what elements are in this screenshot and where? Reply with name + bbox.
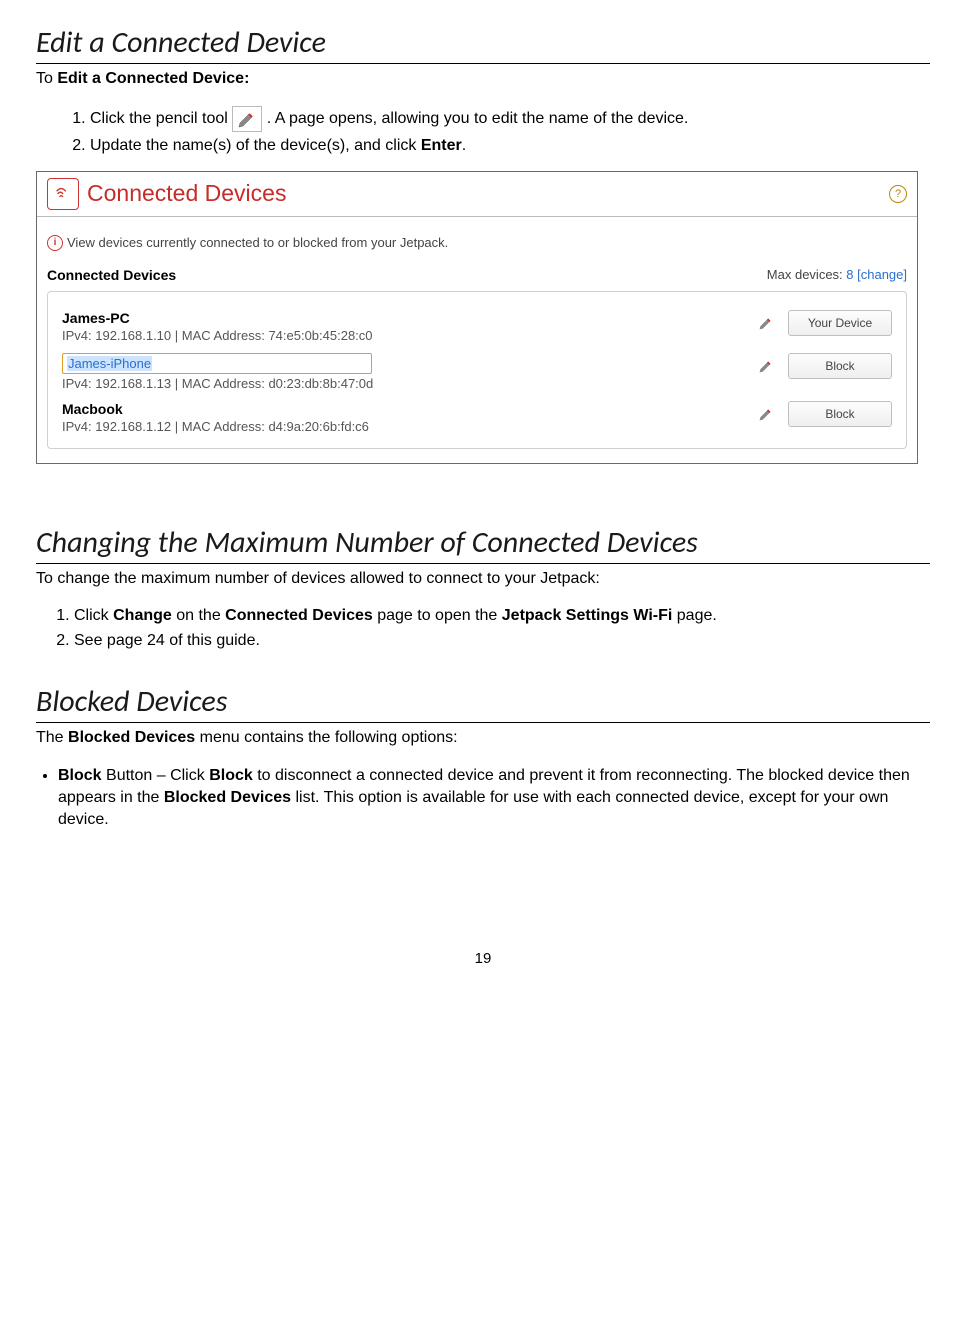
device-name: Macbook	[62, 401, 758, 417]
connected-devices-panel: Connected Devices ? i View devices curre…	[36, 171, 918, 464]
steps-edit-device: Click the pencil tool . A page opens, al…	[36, 106, 930, 157]
block-button[interactable]: Block	[788, 401, 892, 427]
pencil-icon	[232, 106, 262, 132]
heading-changing-max: Changing the Maximum Number of Connected…	[36, 524, 930, 564]
device-row-3: Macbook IPv4: 192.168.1.12 | MAC Address…	[62, 395, 892, 438]
device-detail: IPv4: 192.168.1.10 | MAC Address: 74:e5:…	[62, 328, 758, 343]
your-device-button: Your Device	[788, 310, 892, 336]
edit-icon[interactable]	[758, 358, 774, 374]
change-link[interactable]: [change]	[857, 267, 907, 282]
step-1: Click Change on the Connected Devices pa…	[74, 606, 930, 627]
subheader-label: Connected Devices	[47, 267, 176, 283]
edit-icon[interactable]	[758, 315, 774, 331]
bullet-block: Block Button – Click Block to disconnect…	[58, 765, 930, 830]
step-2: Update the name(s) of the device(s), and…	[90, 136, 930, 157]
step-2: See page 24 of this guide.	[74, 631, 930, 652]
block-button[interactable]: Block	[788, 353, 892, 379]
device-row-1: James-PC IPv4: 192.168.1.10 | MAC Addres…	[62, 304, 892, 347]
device-detail: IPv4: 192.168.1.12 | MAC Address: d4:9a:…	[62, 419, 758, 434]
max-devices: Max devices: 8 [change]	[767, 267, 907, 283]
edit-icon[interactable]	[758, 406, 774, 422]
intro-edit-device: To Edit a Connected Device:	[36, 70, 930, 88]
panel-info-text: View devices currently connected to or b…	[67, 235, 448, 250]
panel-info-row: i View devices currently connected to or…	[37, 217, 917, 259]
intro-blocked: The Blocked Devices menu contains the fo…	[36, 729, 930, 747]
device-row-2: James-iPhone IPv4: 192.168.1.13 | MAC Ad…	[62, 347, 892, 395]
wifi-icon	[47, 178, 79, 210]
blocked-bullets: Block Button – Click Block to disconnect…	[36, 765, 930, 830]
panel-title: Connected Devices	[87, 180, 286, 207]
heading-blocked-devices: Blocked Devices	[36, 683, 930, 723]
panel-subheader: Connected Devices Max devices: 8 [change…	[37, 259, 917, 289]
steps-change-max: Click Change on the Connected Devices pa…	[36, 606, 930, 652]
step-1: Click the pencil tool . A page opens, al…	[90, 106, 930, 132]
max-devices-value: 8	[846, 267, 857, 282]
page-number: 19	[36, 950, 930, 967]
device-detail: IPv4: 192.168.1.13 | MAC Address: d0:23:…	[62, 376, 758, 391]
device-name: James-PC	[62, 310, 758, 326]
info-icon: i	[47, 235, 63, 251]
device-name-input[interactable]: James-iPhone	[62, 353, 372, 374]
panel-header: Connected Devices ?	[37, 172, 917, 217]
device-list: James-PC IPv4: 192.168.1.10 | MAC Addres…	[47, 291, 907, 449]
intro-change-max: To change the maximum number of devices …	[36, 570, 930, 588]
heading-edit-connected-device: Edit a Connected Device	[36, 24, 930, 64]
help-icon[interactable]: ?	[889, 185, 907, 203]
